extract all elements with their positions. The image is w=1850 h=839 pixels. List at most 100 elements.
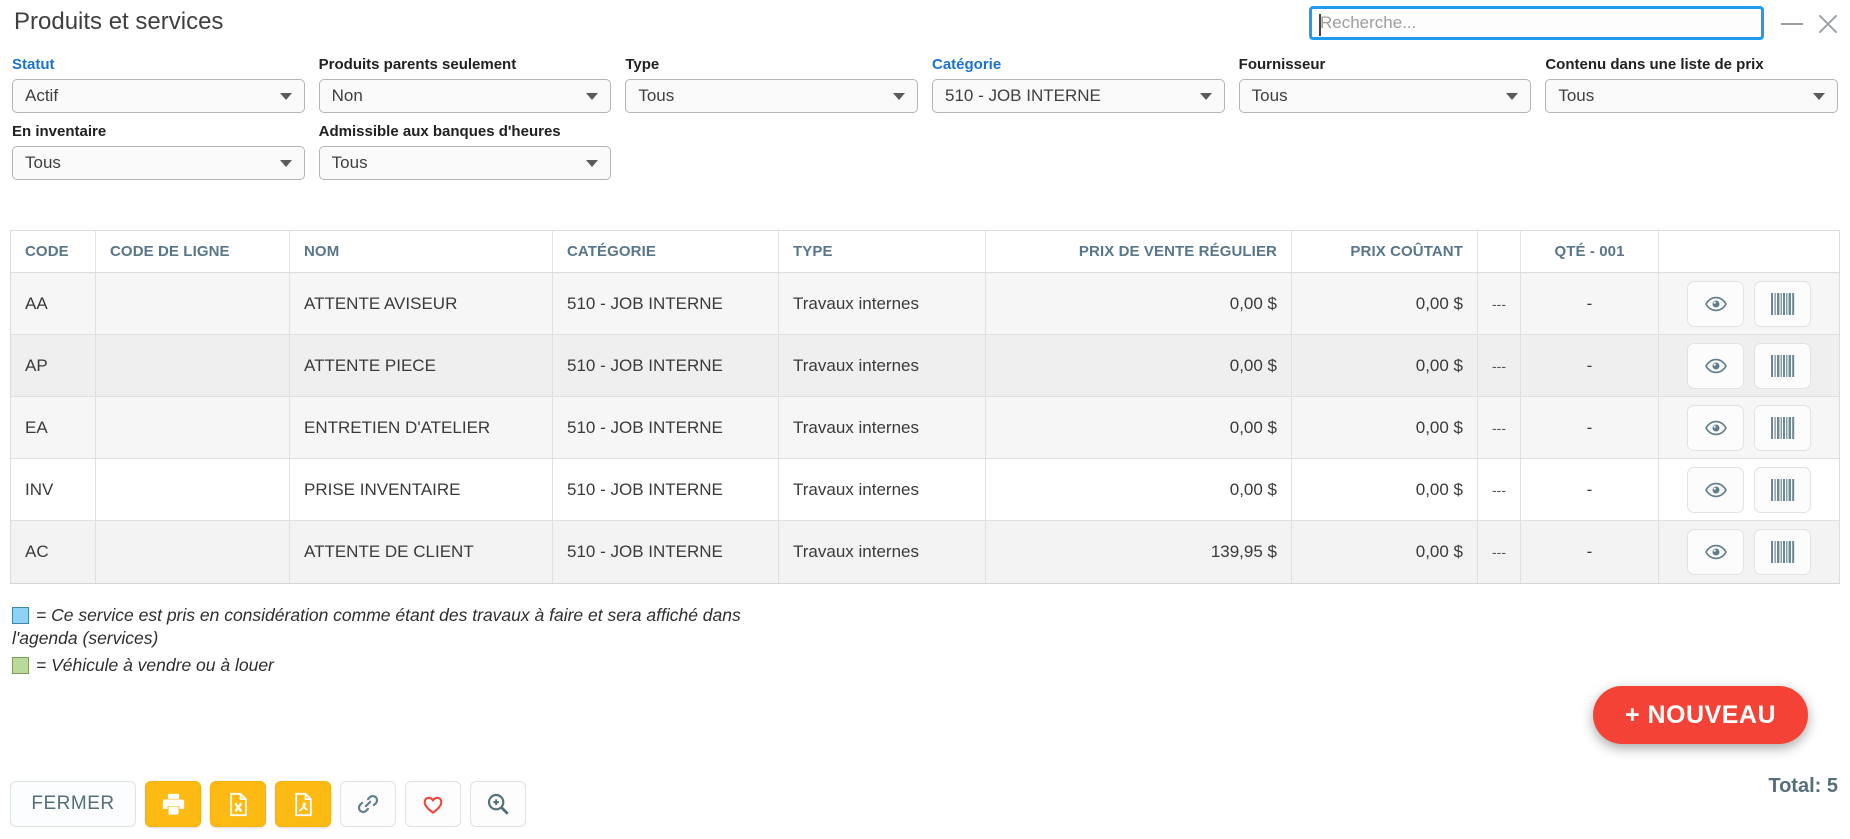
table-cell: PRISE INVENTAIRE	[290, 459, 553, 520]
filter-label: Admissible aux banques d'heures	[319, 123, 612, 140]
table-cell: ATTENTE AVISEUR	[290, 273, 553, 334]
filter-value: 510 - JOB INTERNE	[945, 86, 1192, 106]
barcode-button[interactable]	[1754, 343, 1811, 389]
table-cell: Travaux internes	[779, 273, 986, 334]
filter-value: Non	[332, 86, 579, 106]
filter-type: Type Tous	[625, 56, 918, 113]
filter-liste-de-prix: Contenu dans une liste de prix Tous	[1545, 56, 1838, 113]
filter-en-inventaire-select[interactable]: Tous	[12, 146, 305, 180]
filter-value: Tous	[638, 86, 885, 106]
table-cell	[96, 397, 290, 458]
table-cell: AC	[11, 521, 96, 583]
barcode-button[interactable]	[1754, 467, 1811, 513]
table-cell: -	[1521, 521, 1659, 583]
eye-icon	[1702, 354, 1730, 378]
legend-item: = Ce service est pris en considération c…	[12, 604, 772, 650]
table-cell: 510 - JOB INTERNE	[553, 521, 779, 583]
chevron-down-icon	[280, 93, 292, 100]
filter-statut: Statut Actif	[12, 56, 305, 113]
filter-type-select[interactable]: Tous	[625, 79, 918, 113]
legend: = Ce service est pris en considération c…	[12, 604, 1838, 677]
table-cell: 0,00 $	[986, 335, 1292, 396]
filters-panel: Statut Actif Produits parents seulement …	[0, 48, 1850, 180]
table-row[interactable]: APATTENTE PIECE510 - JOB INTERNETravaux …	[11, 335, 1839, 397]
table-cell: 0,00 $	[1292, 335, 1478, 396]
table-cell: AP	[11, 335, 96, 396]
eye-icon	[1702, 540, 1730, 564]
close-button[interactable]	[1812, 8, 1844, 40]
eye-icon	[1702, 416, 1730, 440]
zoom-button[interactable]	[470, 781, 526, 827]
filter-liste-de-prix-select[interactable]: Tous	[1545, 79, 1838, 113]
barcode-icon	[1770, 355, 1796, 377]
column-header: CATÉGORIE	[553, 231, 779, 272]
table-cell: ---	[1478, 335, 1521, 396]
barcode-button[interactable]	[1754, 281, 1811, 327]
filter-statut-select[interactable]: Actif	[12, 79, 305, 113]
magnifier-plus-icon	[485, 791, 511, 817]
barcode-icon	[1770, 541, 1796, 563]
view-product-button[interactable]	[1687, 281, 1744, 327]
filter-value: Tous	[332, 153, 579, 173]
table-cell: -	[1521, 335, 1659, 396]
heart-icon	[420, 791, 446, 817]
link-button[interactable]	[340, 781, 396, 827]
footer-toolbar: FERMER	[10, 781, 526, 827]
table-body: AAATTENTE AVISEUR510 - JOB INTERNETravau…	[11, 273, 1839, 583]
column-header	[1659, 231, 1839, 272]
filter-banques-heures-select[interactable]: Tous	[319, 146, 612, 180]
new-button[interactable]: + NOUVEAU	[1593, 686, 1808, 744]
filter-produits-parents-select[interactable]: Non	[319, 79, 612, 113]
search-input[interactable]	[1312, 9, 1761, 37]
table-header: CODECODE DE LIGNENOMCATÉGORIETYPEPRIX DE…	[11, 231, 1839, 273]
view-product-button[interactable]	[1687, 529, 1744, 575]
row-actions	[1659, 459, 1839, 520]
favorite-button[interactable]	[405, 781, 461, 827]
table-cell: ENTRETIEN D'ATELIER	[290, 397, 553, 458]
table-cell: ATTENTE PIECE	[290, 335, 553, 396]
barcode-button[interactable]	[1754, 405, 1811, 451]
table-cell: INV	[11, 459, 96, 520]
view-product-button[interactable]	[1687, 343, 1744, 389]
products-services-window: Produits et services Statut Actif Produi…	[0, 0, 1850, 839]
table-cell: Travaux internes	[779, 521, 986, 583]
titlebar: Produits et services	[0, 0, 1850, 48]
table-cell: 0,00 $	[986, 459, 1292, 520]
table-cell: ---	[1478, 397, 1521, 458]
minimize-button[interactable]	[1776, 8, 1808, 40]
view-product-button[interactable]	[1687, 467, 1744, 513]
barcode-button[interactable]	[1754, 529, 1811, 575]
fermer-button[interactable]: FERMER	[10, 781, 136, 827]
filter-fournisseur-select[interactable]: Tous	[1239, 79, 1532, 113]
table-cell: 139,95 $	[986, 521, 1292, 583]
table-cell: 0,00 $	[986, 273, 1292, 334]
row-actions	[1659, 335, 1839, 396]
filter-produits-parents: Produits parents seulement Non	[319, 56, 612, 113]
filter-label: Contenu dans une liste de prix	[1545, 56, 1838, 73]
table-cell: ---	[1478, 273, 1521, 334]
chevron-down-icon	[280, 160, 292, 167]
chevron-down-icon	[1200, 93, 1212, 100]
filter-categorie-select[interactable]: 510 - JOB INTERNE	[932, 79, 1225, 113]
filter-label: Fournisseur	[1239, 56, 1532, 73]
table-row[interactable]: INV PRISE INVENTAIRE510 - JOB INTERNETrav…	[11, 459, 1839, 521]
table-row[interactable]: ACATTENTE DE CLIENT510 - JOB INTERNETrav…	[11, 521, 1839, 583]
table-cell: 510 - JOB INTERNE	[553, 397, 779, 458]
table-cell: 0,00 $	[1292, 521, 1478, 583]
table-cell: Travaux internes	[779, 459, 986, 520]
filter-label: En inventaire	[12, 123, 305, 140]
barcode-icon	[1770, 479, 1796, 501]
export-pdf-button[interactable]	[275, 781, 331, 827]
filter-label: Statut	[12, 56, 305, 73]
export-excel-button[interactable]	[210, 781, 266, 827]
column-header: CODE DE LIGNE	[96, 231, 290, 272]
barcode-icon	[1770, 293, 1796, 315]
chevron-down-icon	[1813, 93, 1825, 100]
view-product-button[interactable]	[1687, 405, 1744, 451]
legend-swatch	[12, 657, 29, 674]
table-row[interactable]: EAENTRETIEN D'ATELIER510 - JOB INTERNETr…	[11, 397, 1839, 459]
print-button[interactable]	[145, 781, 201, 827]
row-actions	[1659, 273, 1839, 334]
table-row[interactable]: AAATTENTE AVISEUR510 - JOB INTERNETravau…	[11, 273, 1839, 335]
table-cell: 510 - JOB INTERNE	[553, 459, 779, 520]
